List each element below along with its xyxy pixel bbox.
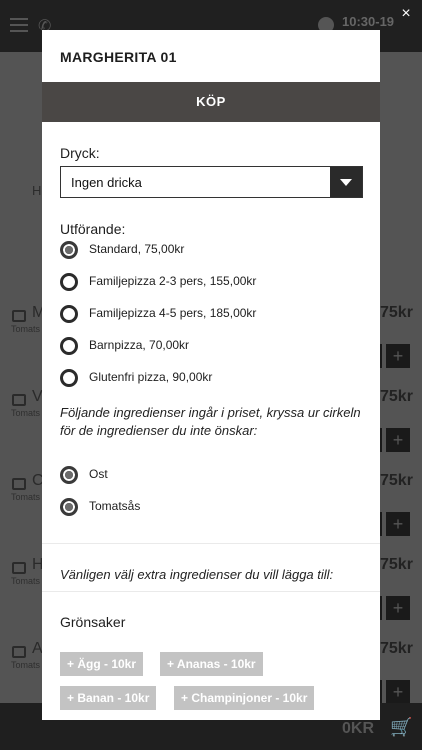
extra-ingredient-button[interactable]: + Ananas - 10kr <box>160 652 263 676</box>
variant-option[interactable]: Barnpizza, 70,00kr <box>60 335 360 357</box>
menu-row-ingredients: Tomats <box>11 492 41 502</box>
drink-label: Dryck: <box>60 145 100 161</box>
variant-option[interactable]: Familjepizza 4-5 pers, 185,00kr <box>60 303 360 325</box>
modal-title: MARGHERITA 01 <box>60 49 177 65</box>
variant-option-label: Familjepizza 4-5 pers, 185,00kr <box>89 306 257 320</box>
drink-select-value: Ingen dricka <box>71 175 142 190</box>
cart-icon[interactable]: 🛒 <box>390 717 412 738</box>
radio-selected-icon[interactable] <box>60 498 78 516</box>
variant-option-label: Familjepizza 2-3 pers, 155,00kr <box>89 274 257 288</box>
variant-label: Utförande: <box>60 221 126 237</box>
chevron-down-icon[interactable] <box>330 167 362 197</box>
menu-row-price: 75kr <box>380 304 413 321</box>
drink-select[interactable]: Ingen dricka <box>60 166 363 198</box>
checkbox-icon <box>12 478 26 490</box>
variant-option-label: Glutenfri pizza, 90,00kr <box>89 370 213 384</box>
plus-button[interactable]: + <box>386 596 410 620</box>
plus-button[interactable]: + <box>386 344 410 368</box>
menu-row-price: 75kr <box>380 472 413 489</box>
checkbox-icon <box>12 394 26 406</box>
product-modal: MARGHERITA 01 KÖP Dryck: Ingen dricka Ut… <box>42 30 380 720</box>
variant-option[interactable]: Glutenfri pizza, 90,00kr <box>60 367 360 389</box>
radio-selected-icon[interactable] <box>60 466 78 484</box>
plus-button[interactable]: + <box>386 512 410 536</box>
divider <box>42 543 380 544</box>
checkbox-icon <box>12 646 26 658</box>
cart-total: 0KR <box>342 720 375 737</box>
variant-option-label: Standard, 75,00kr <box>89 242 185 256</box>
section-header-fragment: H <box>32 183 42 198</box>
extra-ingredients-note: Vänligen välj extra ingredienser du vill… <box>60 567 334 582</box>
menu-row-ingredients: Tomats <box>11 576 41 586</box>
divider <box>42 591 380 592</box>
extra-ingredient-button[interactable]: + Ägg - 10kr <box>60 652 144 676</box>
radio-icon[interactable] <box>60 369 78 387</box>
included-ingredient-label: Ost <box>89 467 108 481</box>
extra-category-label: Grönsaker <box>60 614 126 630</box>
extra-ingredient-button[interactable]: + Champinjoner - 10kr <box>174 686 315 710</box>
variant-option[interactable]: Familjepizza 2-3 pers, 155,00kr <box>60 271 360 293</box>
buy-button[interactable]: KÖP <box>42 82 380 122</box>
radio-icon[interactable] <box>60 305 78 323</box>
included-ingredient-label: Tomatsås <box>89 499 141 513</box>
radio-icon[interactable] <box>60 273 78 291</box>
radio-icon[interactable] <box>60 337 78 355</box>
checkbox-icon <box>12 310 26 322</box>
menu-icon[interactable] <box>10 18 28 32</box>
opening-hours: 10:30-19 <box>342 14 395 29</box>
included-ingredients-note: Följande ingredienser ingår i priset, kr… <box>60 405 361 438</box>
included-ingredient[interactable]: Ost <box>60 464 360 486</box>
variant-option[interactable]: Standard, 75,00kr <box>60 239 360 261</box>
included-ingredient[interactable]: Tomatsås <box>60 496 360 518</box>
variant-option-label: Barnpizza, 70,00kr <box>89 338 190 352</box>
radio-selected-icon[interactable] <box>60 241 78 259</box>
extra-ingredient-button[interactable]: + Banan - 10kr <box>60 686 157 710</box>
checkbox-icon <box>12 562 26 574</box>
plus-button[interactable]: + <box>386 428 410 452</box>
menu-row-price: 75kr <box>380 388 413 405</box>
plus-button[interactable]: + <box>386 680 410 704</box>
menu-row-price: 75kr <box>380 556 413 573</box>
close-icon[interactable]: × <box>396 4 416 24</box>
menu-row-price: 75kr <box>380 640 413 657</box>
menu-row-ingredients: Tomats <box>11 408 41 418</box>
menu-row-ingredients: Tomats <box>11 660 41 670</box>
menu-row-ingredients: Tomats <box>11 324 41 334</box>
